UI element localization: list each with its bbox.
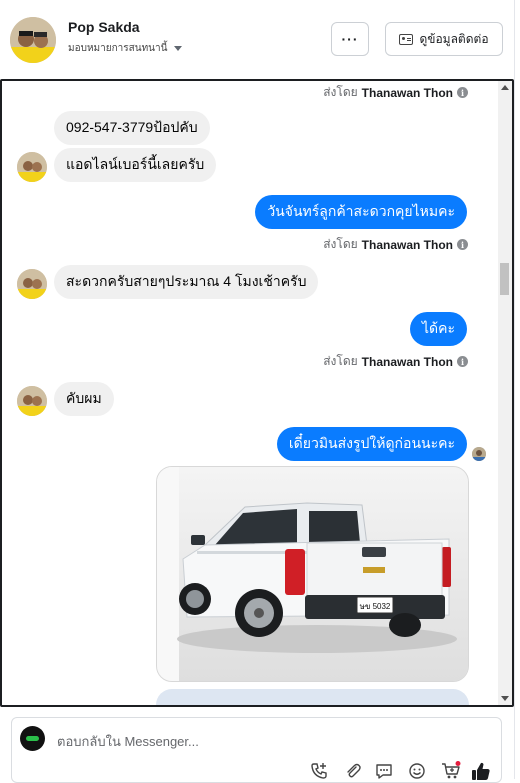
message-outgoing[interactable]: ได้คะ [409,312,467,346]
sent-by-label: ส่งโดย Thanawan Thon i [323,83,468,102]
sent-by-prefix: ส่งโดย [323,354,358,368]
sent-by-prefix: ส่งโดย [323,237,358,251]
info-icon[interactable]: i [457,356,468,367]
sent-by-prefix: ส่งโดย [323,85,358,99]
message-incoming[interactable]: แอดไลน์เบอร์นี้เลยครับ [54,148,217,182]
view-contact-info-label: ดูข้อมูลติดต่อ [419,31,489,46]
sent-by-agent: Thanawan Thon [361,354,453,369]
message-outgoing[interactable]: เดี๋ยวมินส่งรูปให้ดูก่อนนะคะ [276,427,467,461]
sent-by-agent: Thanawan Thon [361,237,453,252]
reply-input[interactable] [57,730,417,752]
thread-scrollbar[interactable] [498,81,512,705]
message-incoming[interactable]: 092-547-3779ป้อปคับ [54,111,210,145]
caret-down-icon [174,46,183,51]
seen-avatar [472,447,486,461]
conversation-header: Pop Sakda มอบหมายการสนทนานี้ ··· ดูข้อมู… [0,0,520,78]
contact-avatar-small [17,152,47,182]
page-logo [20,726,45,751]
view-contact-info-button[interactable]: ดูข้อมูลติดต่อ [385,22,503,56]
contact-avatar[interactable] [10,17,56,63]
scrollbar-thumb[interactable] [500,263,509,295]
ellipsis-icon: ··· [341,31,359,47]
license-plate: ษข 5032 [360,602,391,611]
more-options-button[interactable]: ··· [331,22,369,56]
contact-card-icon [399,33,414,45]
assign-conversation-dropdown[interactable]: มอบหมายการสนทนานี้ [68,41,183,56]
image-attachment[interactable] [156,689,469,705]
scroll-up-arrow-icon[interactable] [501,85,509,90]
image-attachment[interactable]: ษข 5032 [156,466,469,682]
contact-name[interactable]: Pop Sakda [68,19,140,35]
assign-label: มอบหมายการสนทนานี้ [68,43,168,54]
sent-by-label: ส่งโดย Thanawan Thon i [323,235,468,254]
reply-composer [11,717,502,783]
scroll-down-arrow-icon[interactable] [501,696,509,701]
contact-avatar-small [17,386,47,416]
info-icon[interactable]: i [457,87,468,98]
contact-avatar-small [17,269,47,299]
panel-divider [514,0,515,779]
sent-by-agent: Thanawan Thon [361,85,453,100]
message-incoming[interactable]: สะดวกครับสายๆประมาณ 4 โมงเช้าครับ [54,265,319,299]
info-icon[interactable]: i [457,239,468,250]
message-outgoing[interactable]: วันจันทร์ลูกค้าสะดวกคุยไหมคะ [255,195,467,229]
sent-by-label: ส่งโดย Thanawan Thon i [323,352,468,371]
message-incoming[interactable]: คับผม [54,382,114,416]
message-thread[interactable]: ส่งโดย Thanawan Thon i 092-547-3779ป้อปค… [0,79,514,707]
